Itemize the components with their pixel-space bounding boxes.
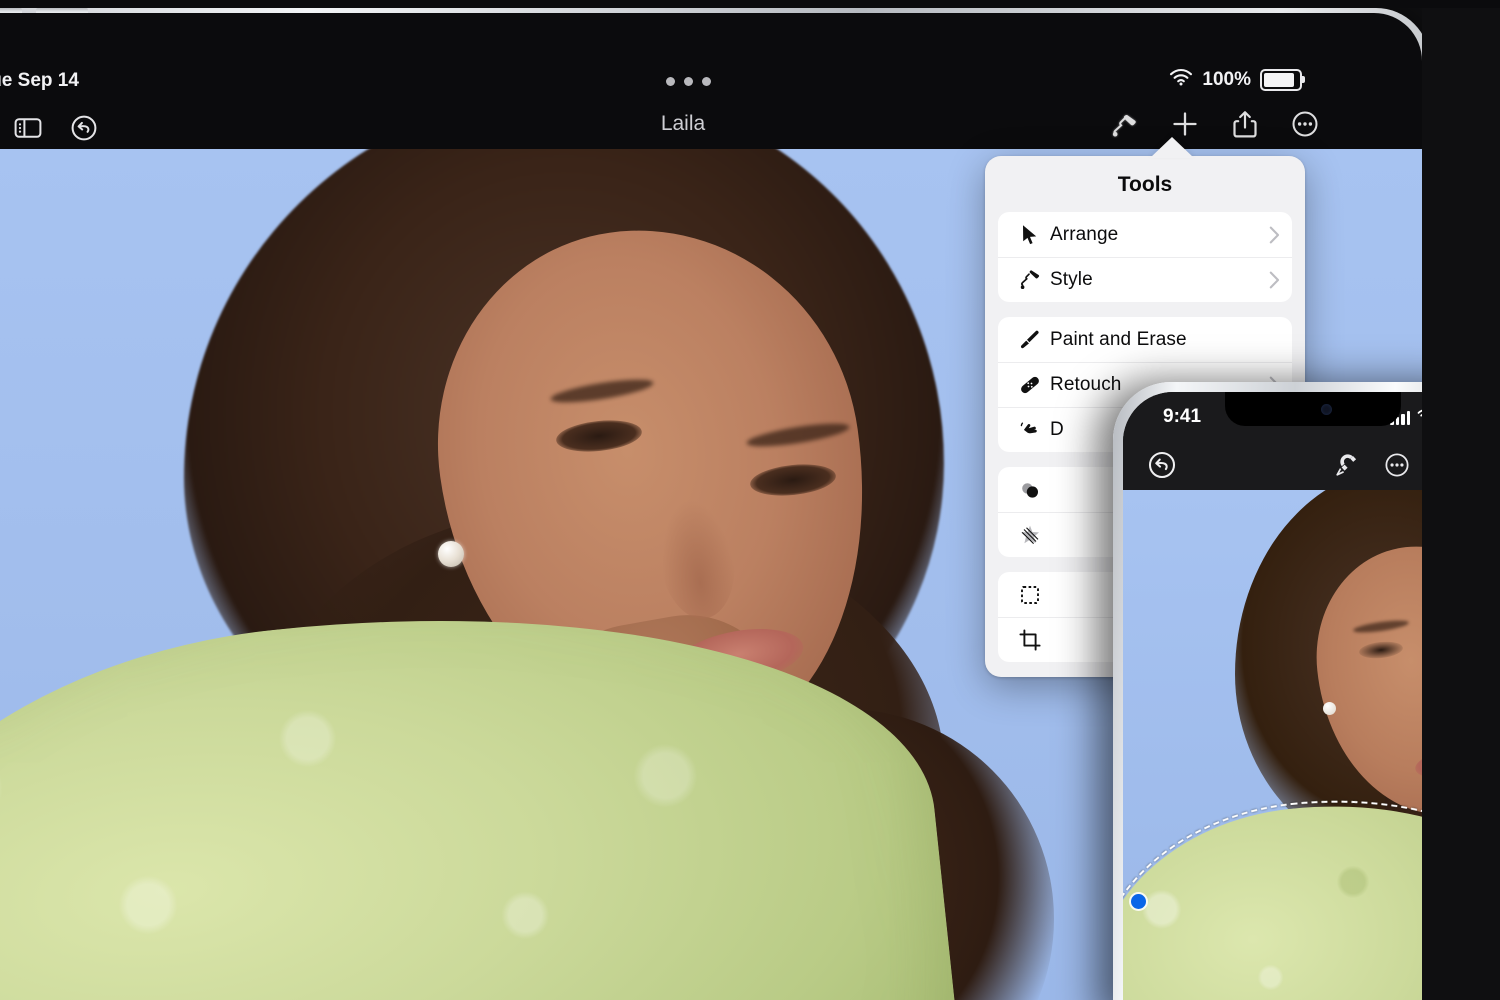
tools-item-label: Style (1050, 268, 1093, 290)
ipad-status-bar: :41 AM Tue Sep 14 100% (0, 61, 1422, 103)
tools-item-label: Paint and Erase (1050, 328, 1187, 350)
paint-roller-icon[interactable] (1108, 107, 1142, 141)
plus-icon[interactable] (1168, 107, 1202, 141)
more-ellipsis-icon[interactable] (1383, 451, 1411, 484)
paint-roller-icon (1010, 269, 1050, 291)
opacity-circles-icon (1010, 479, 1050, 501)
battery-percent-label: 100% (1202, 69, 1251, 90)
popover-title: Tools (1117, 173, 1173, 196)
wifi-icon (1169, 68, 1193, 92)
magnetic-lasso-icon[interactable] (1333, 451, 1361, 484)
tools-item-style[interactable]: Style (998, 257, 1292, 302)
tools-item-paint-and-erase[interactable]: Paint and Erase (998, 317, 1292, 362)
cursor-arrow-icon (1010, 224, 1050, 246)
background-top (0, 0, 1500, 8)
multitasking-menu-icon[interactable] (666, 77, 711, 86)
sparkle-star-icon (1010, 524, 1050, 546)
iphone-status-time: 9:41 (1163, 406, 1202, 427)
paintbrush-icon (1010, 329, 1050, 351)
ipad-app-toolbar: mages (0, 101, 1422, 149)
more-ellipsis-icon[interactable] (1288, 107, 1322, 141)
crop-icon (1010, 628, 1050, 651)
bandage-icon (1010, 373, 1050, 397)
chevron-right-icon (1269, 226, 1280, 244)
ipad-status-date: Tue Sep 14 (0, 70, 79, 91)
share-icon[interactable] (1228, 107, 1262, 141)
photo-earring (1323, 702, 1336, 715)
tools-item-label: Arrange (1050, 223, 1119, 245)
selection-marquee-icon (1010, 584, 1050, 606)
screenshot-root: :41 AM Tue Sep 14 100% mages (0, 0, 1500, 1000)
tools-item-arrange[interactable]: Arrange (998, 212, 1292, 257)
selection-handle[interactable] (1131, 894, 1146, 909)
front-camera-icon (1321, 404, 1332, 415)
chevron-right-icon (1269, 271, 1280, 289)
undo-icon[interactable] (1147, 450, 1177, 485)
background-right (1422, 0, 1500, 1000)
popover-tail (1150, 137, 1194, 158)
hand-swipe-icon (1010, 419, 1050, 441)
toolbar-right-group (1108, 107, 1322, 141)
battery-icon (1260, 69, 1305, 91)
ipad-status-right: 100% (1169, 68, 1305, 92)
iphone-notch (1225, 392, 1401, 426)
tools-group-1: Arrange Style (998, 212, 1292, 302)
photo-earring (438, 541, 464, 567)
